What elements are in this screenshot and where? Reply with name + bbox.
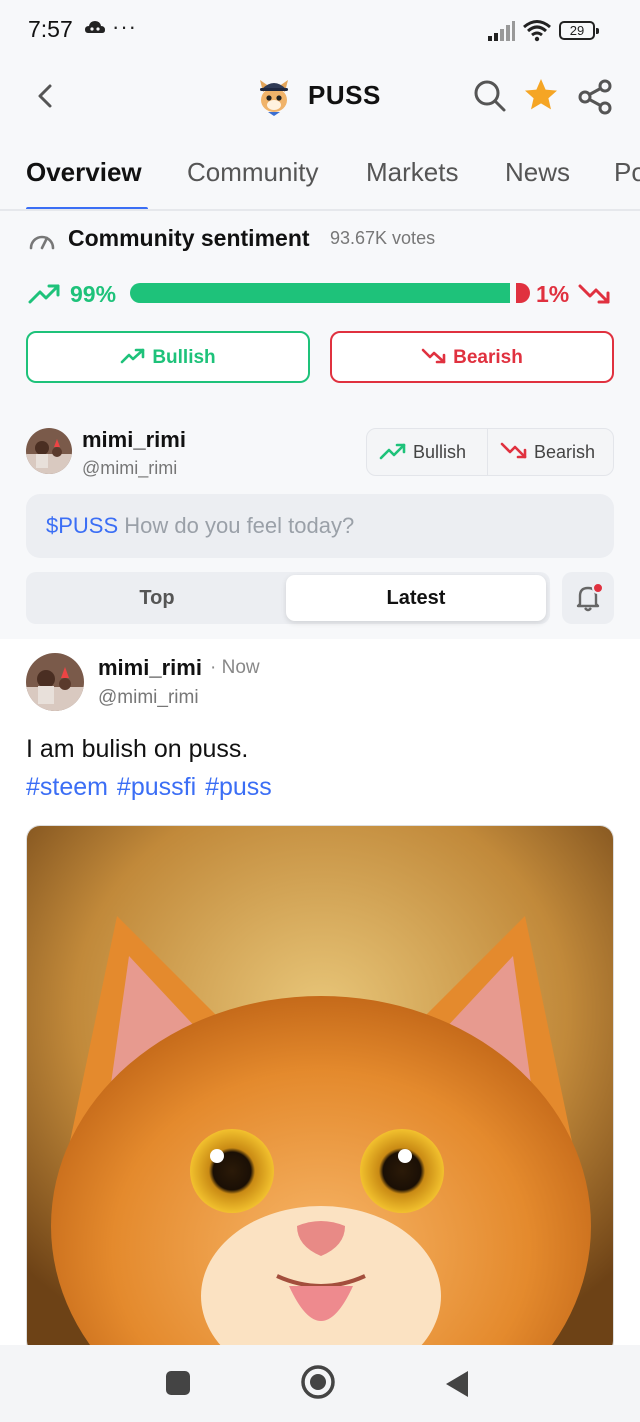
app-header: PUSS bbox=[0, 60, 640, 135]
feed-post: mimi_rimi · Now @mimi_rimi I am bulish o… bbox=[0, 639, 640, 1355]
search-icon[interactable] bbox=[472, 78, 508, 114]
toggle-bullish-label: Bullish bbox=[413, 442, 467, 462]
post-image-kitten[interactable] bbox=[26, 825, 614, 1355]
toggle-bearish-label: Bearish bbox=[534, 442, 596, 462]
bearish-percentage: 1% bbox=[536, 281, 570, 307]
sentiment-bar-bullish-fill bbox=[130, 283, 510, 303]
avatar[interactable] bbox=[26, 428, 72, 474]
post-input-placeholder: How do you feel today? bbox=[124, 513, 355, 538]
sentiment-votes: 93.67K votes bbox=[330, 228, 436, 248]
feed-top-tab[interactable]: Top bbox=[26, 572, 288, 624]
tab-community[interactable]: Community bbox=[187, 157, 318, 188]
notification-bell-button[interactable] bbox=[562, 572, 614, 624]
wifi-icon bbox=[523, 20, 551, 42]
battery-indicator: 29 bbox=[559, 21, 599, 40]
cloud-gamepad-icon bbox=[85, 21, 105, 33]
vote-bullish-button[interactable]: Bullish bbox=[26, 331, 310, 383]
gauge-icon bbox=[29, 235, 55, 250]
sentiment-toggle-group: Bullish Bearish bbox=[366, 428, 614, 476]
status-more-dots: ··· bbox=[112, 14, 137, 39]
star-favorite-icon[interactable] bbox=[522, 76, 560, 114]
sentiment-title: Community sentiment bbox=[68, 225, 310, 251]
trend-up-icon bbox=[379, 443, 406, 460]
composer-handle: @mimi_rimi bbox=[82, 458, 178, 478]
sentiment-bar-bearish-fill bbox=[516, 283, 530, 303]
coin-title: PUSS bbox=[308, 80, 381, 110]
trend-down-icon bbox=[421, 348, 446, 364]
toggle-bearish-button[interactable]: Bearish bbox=[487, 429, 614, 475]
puss-cat-logo-icon bbox=[260, 80, 288, 116]
status-time: 7:57 bbox=[28, 16, 73, 42]
post-input[interactable]: $PUSS How do you feel today? bbox=[26, 494, 614, 558]
recent-apps-icon[interactable] bbox=[166, 1371, 190, 1395]
post-timestamp: · Now bbox=[210, 657, 260, 678]
home-icon[interactable] bbox=[300, 1364, 336, 1400]
system-nav-bar bbox=[0, 1345, 640, 1422]
avatar[interactable] bbox=[26, 653, 84, 711]
vote-bearish-label: Bearish bbox=[453, 347, 523, 368]
composer-username: mimi_rimi bbox=[82, 427, 186, 452]
sentiment-bar bbox=[130, 283, 530, 303]
post-hashtags[interactable]: #steem #pussfi #puss bbox=[26, 773, 272, 802]
trend-up-icon bbox=[28, 284, 60, 304]
share-icon[interactable] bbox=[576, 78, 614, 116]
tab-news[interactable]: News bbox=[505, 157, 570, 188]
tab-posts[interactable]: Po bbox=[614, 157, 640, 188]
feed-latest-tab[interactable]: Latest bbox=[286, 575, 546, 621]
post-author[interactable]: mimi_rimi bbox=[98, 655, 202, 681]
tab-overview[interactable]: Overview bbox=[26, 157, 142, 188]
bullish-percentage: 99% bbox=[70, 281, 117, 307]
trend-down-icon bbox=[500, 442, 527, 459]
feed-sort-toggle: Top Latest bbox=[26, 572, 550, 624]
trend-down-icon bbox=[578, 284, 610, 304]
post-handle: @mimi_rimi bbox=[98, 687, 199, 708]
notification-badge bbox=[592, 582, 604, 594]
toggle-bullish-button[interactable]: Bullish bbox=[367, 429, 487, 475]
vote-bearish-button[interactable]: Bearish bbox=[330, 331, 614, 383]
tab-markets[interactable]: Markets bbox=[366, 157, 458, 188]
trend-up-icon bbox=[121, 348, 145, 364]
back-arrow-icon[interactable] bbox=[30, 80, 62, 112]
status-bar: 7:57 ··· 29 bbox=[0, 0, 640, 60]
ticker-tag: $PUSS bbox=[46, 513, 119, 538]
post-composer: mimi_rimi @mimi_rimi Bullish Bearish $PU… bbox=[0, 401, 640, 639]
section-tabs: Overview Community Markets News Po bbox=[0, 135, 640, 211]
signal-icon bbox=[488, 21, 515, 41]
post-body: I am bulish on puss. bbox=[26, 735, 249, 763]
vote-bullish-label: Bullish bbox=[152, 347, 216, 368]
nav-back-icon[interactable] bbox=[444, 1369, 470, 1399]
community-sentiment-panel: Community sentiment 93.67K votes 99% 1% … bbox=[0, 211, 640, 401]
